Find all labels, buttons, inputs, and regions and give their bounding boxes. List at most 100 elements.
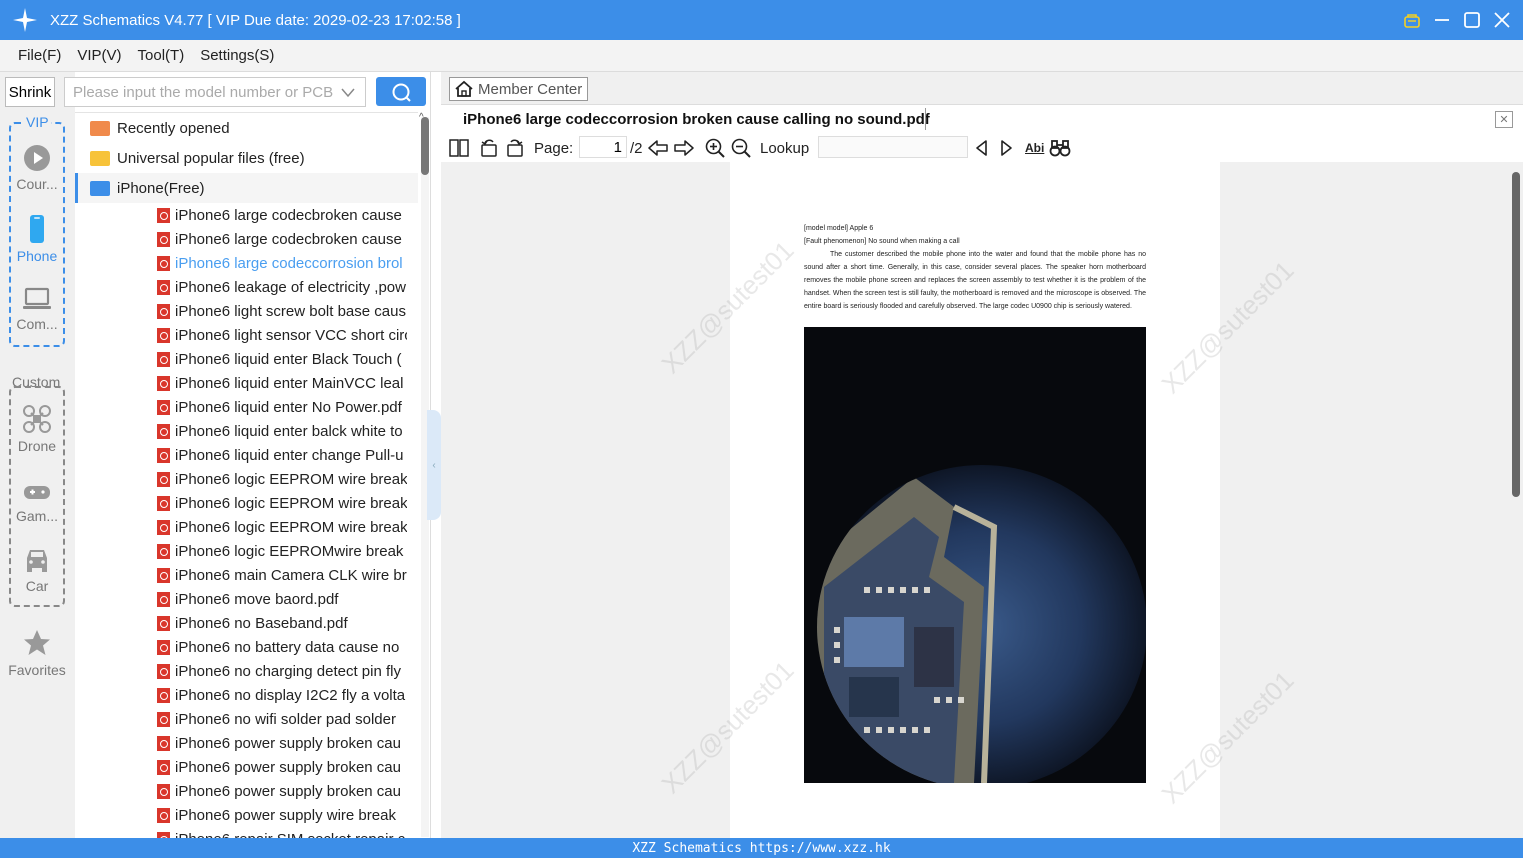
file-item[interactable]: iPhone6 power supply broken cau [157,779,407,803]
car-icon [27,550,47,572]
drone-icon [23,405,51,433]
file-item[interactable]: iPhone6 repair SIM socket repair c [157,827,407,838]
file-item[interactable]: iPhone6 power supply broken cau [157,755,407,779]
rotate-right-icon[interactable] [505,138,525,158]
viewer-scrollbar[interactable] [1509,162,1523,838]
find-next-icon[interactable] [1000,138,1014,158]
menu-settings[interactable]: Settings(S) [200,47,274,64]
viewer-scrollbar-thumb[interactable] [1512,172,1520,497]
file-item-label: iPhone6 logic EEPROM wire break [175,518,407,536]
file-item[interactable]: iPhone6 liquid enter balck white to [157,419,407,443]
file-item[interactable]: iPhone6 logic EEPROMwire break [157,539,407,563]
page-text-model: [model model] Apple 6 [804,225,874,232]
category-computer[interactable]: Com... [11,286,63,332]
file-item[interactable]: iPhone6 power supply broken cau [157,731,407,755]
page-label: Page: [534,139,574,157]
title-bar: XZZ Schematics V4.77 [ VIP Due date: 202… [0,0,1523,40]
category-car[interactable]: Car [11,546,63,594]
file-item[interactable]: iPhone6 liquid enter Black Touch ( [157,347,407,371]
file-item-label: iPhone6 power supply broken cau [175,734,401,752]
file-item[interactable]: iPhone6 logic EEPROM wire break [157,515,407,539]
file-item[interactable]: iPhone6 liquid enter change Pull-u [157,443,407,467]
file-item[interactable]: iPhone6 no battery data cause no [157,635,407,659]
document-tab-title[interactable]: iPhone6 large codeccorrosion broken caus… [463,111,930,128]
file-item-label: iPhone6 no battery data cause no [175,638,400,656]
search-input[interactable]: Please input the model number or PCB [64,77,366,107]
file-item[interactable]: iPhone6 logic EEPROM wire break [157,491,407,515]
tab-separator [925,108,926,130]
file-item-label: iPhone6 no Baseband.pdf [175,614,348,632]
folder-iphone-free[interactable]: iPhone(Free) [75,173,418,203]
file-item[interactable]: iPhone6 logic EEPROM wire break [157,467,407,491]
file-item[interactable]: iPhone6 large codecbroken cause [157,227,407,251]
folder-recently-opened[interactable]: Recently opened [75,113,418,143]
two-page-view-icon[interactable] [449,138,469,158]
category-phone-label: Phone [16,248,58,264]
pdf-file-icon [157,255,170,271]
file-item[interactable]: iPhone6 no charging detect pin fly [157,659,407,683]
lock-icon[interactable] [1403,11,1421,29]
file-item-label: iPhone6 logic EEPROM wire break [175,494,407,512]
search-button[interactable] [376,77,426,106]
window-title: XZZ Schematics V4.77 [ VIP Due date: 202… [50,11,461,29]
previous-page-icon[interactable] [648,138,668,158]
file-item-label: iPhone6 power supply broken cau [175,782,401,800]
pdf-file-icon [157,375,170,391]
file-item-label: iPhone6 no display I2C2 fly a volta [175,686,406,704]
rotate-left-icon[interactable] [479,138,499,158]
menu-vip[interactable]: VIP(V) [77,47,121,64]
folder-universal-popular[interactable]: Universal popular files (free) [75,143,418,173]
pdf-file-icon [157,663,170,679]
collapse-panel-handle[interactable]: ‹ [427,410,441,520]
laptop-icon [23,287,51,309]
tree-list: Recently opened Universal popular files … [75,112,418,838]
binoculars-icon[interactable] [1049,138,1071,158]
zoom-in-icon[interactable] [705,138,725,158]
file-item[interactable]: iPhone6 large codecbroken cause [157,203,407,227]
pdf-file-icon [157,231,170,247]
menu-file[interactable]: File(F) [18,47,61,64]
match-case-toggle[interactable]: Abi [1025,138,1044,158]
pdf-file-icon [157,711,170,727]
file-item[interactable]: iPhone6 no wifi solder pad solder [157,707,407,731]
close-button[interactable] [1493,11,1511,29]
menu-tool[interactable]: Tool(T) [138,47,185,64]
file-item-label: iPhone6 move baord.pdf [175,590,339,608]
file-item[interactable]: iPhone6 liquid enter No Power.pdf [157,395,407,419]
lookup-label: Lookup [760,139,810,157]
tree-scrollbar-thumb[interactable] [421,117,429,175]
file-item-label: iPhone6 leakage of electricity ,pow [175,278,406,296]
lookup-input[interactable] [818,136,968,158]
file-item[interactable]: iPhone6 light sensor VCC short circ [157,323,407,347]
favorites-button[interactable]: Favorites [7,628,67,678]
close-document-icon[interactable]: ✕ [1495,111,1513,128]
file-item[interactable]: iPhone6 power supply wire break [157,803,407,827]
category-phone[interactable]: Phone [11,214,63,264]
file-item[interactable]: iPhone6 no Baseband.pdf [157,611,407,635]
minimize-button[interactable] [1433,11,1451,29]
file-item[interactable]: iPhone6 large codeccorrosion brol [157,251,407,275]
star-icon [24,630,50,655]
file-item[interactable]: iPhone6 move baord.pdf [157,587,407,611]
file-item[interactable]: iPhone6 main Camera CLK wire bre [157,563,407,587]
folder-label: iPhone(Free) [117,179,205,197]
home-icon [455,80,473,97]
member-center-button[interactable]: Member Center [449,77,588,101]
category-courses[interactable]: Cour... [11,144,63,192]
next-page-icon[interactable] [674,138,694,158]
category-drone[interactable]: Drone [11,404,63,454]
shrink-button[interactable]: Shrink [5,77,55,107]
page-number-input[interactable] [579,136,627,158]
file-item[interactable]: iPhone6 liquid enter MainVCC leal [157,371,407,395]
file-item-label: iPhone6 liquid enter balck white to [175,422,403,440]
find-previous-icon[interactable] [974,138,988,158]
document-canvas[interactable]: [model model] Apple 6 [Fault phenomenon]… [441,162,1523,838]
file-item[interactable]: iPhone6 leakage of electricity ,pow [157,275,407,299]
zoom-out-icon[interactable] [731,138,751,158]
maximize-button[interactable] [1463,11,1481,29]
file-item[interactable]: iPhone6 no display I2C2 fly a volta [157,683,407,707]
file-item[interactable]: iPhone6 light screw bolt base caus [157,299,407,323]
category-game[interactable]: Gam... [11,480,63,524]
chevron-down-icon[interactable] [341,88,355,98]
pdf-file-icon [157,807,170,823]
